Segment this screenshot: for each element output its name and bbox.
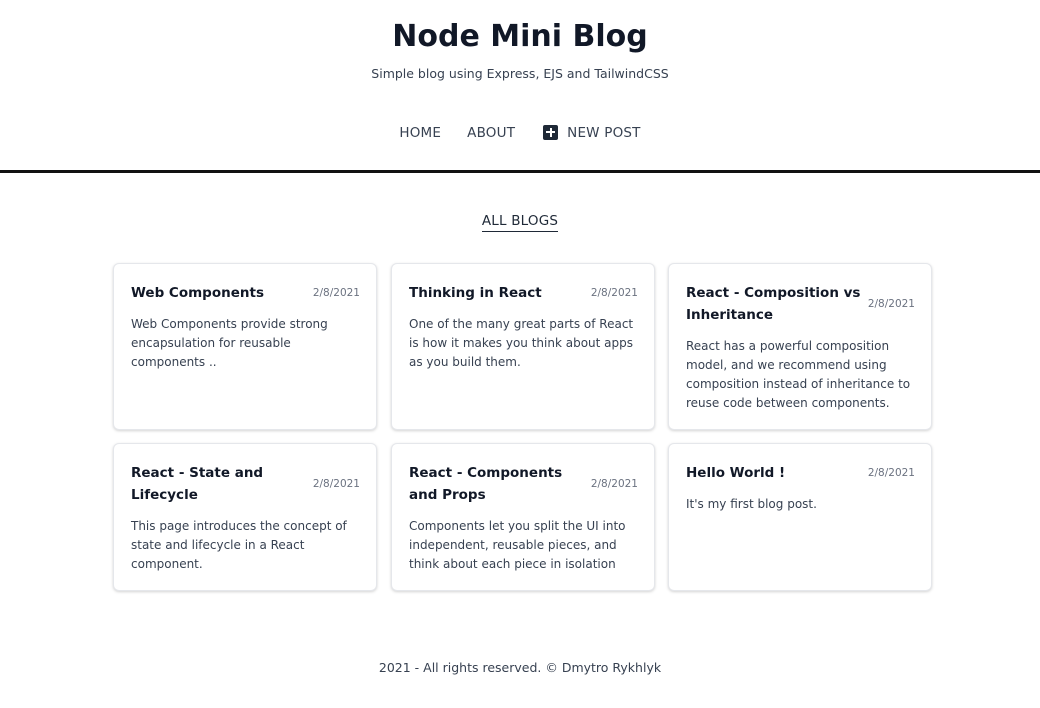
blog-card[interactable]: Thinking in React 2/8/2021 One of the ma… — [391, 263, 655, 430]
nav-home-link[interactable]: HOME — [399, 122, 441, 144]
site-footer: 2021 - All rights reserved. © Dmytro Ryk… — [0, 660, 1040, 675]
nav-about-link[interactable]: ABOUT — [467, 122, 515, 144]
blog-card-title: React - Composition vs Inheritance — [686, 285, 861, 323]
blog-card-title: React - Components and Props — [409, 465, 563, 503]
blog-card-snippet: It's my first blog post. — [686, 497, 817, 511]
site-title: Node Mini Blog — [392, 19, 648, 54]
all-blogs-heading-text: ALL BLOGS — [481, 213, 559, 232]
blog-card-title: Hello World ! — [686, 465, 786, 481]
blog-card-snippet: React has a powerful composition model, … — [686, 339, 911, 410]
plus-square-icon — [543, 124, 559, 140]
blog-card-title: Web Components — [131, 285, 264, 301]
all-blogs-heading: ALL BLOGS — [0, 210, 1040, 232]
blog-card-snippet: Web Components provide strong encapsulat… — [131, 317, 328, 369]
site-subtitle: Simple blog using Express, EJS and Tailw… — [371, 66, 669, 81]
blog-card-title: React - State and Lifecycle — [131, 465, 264, 503]
main-nav: HOME ABOUT NEW POST — [0, 122, 1040, 144]
footer-copyright: 2021 - All rights reserved. © Dmytro Ryk… — [378, 660, 662, 675]
blog-card-date: 2/8/2021 — [590, 478, 638, 490]
blog-card-snippet: Components let you split the UI into ind… — [409, 519, 626, 571]
blog-card-date: 2/8/2021 — [590, 287, 638, 299]
nav-new-post-link[interactable]: NEW POST — [543, 122, 640, 144]
site-header: Node Mini Blog Simple blog using Express… — [0, 0, 1040, 173]
blog-card[interactable]: Hello World ! 2/8/2021 It's my first blo… — [668, 443, 932, 591]
blog-card-snippet: This page introduces the concept of stat… — [131, 519, 347, 571]
blog-card[interactable]: React - Composition vs Inheritance 2/8/2… — [668, 263, 932, 430]
blog-card-date: 2/8/2021 — [867, 467, 915, 479]
blog-card-title: Thinking in React — [409, 285, 542, 301]
blog-card-snippet: One of the many great parts of React is … — [409, 317, 634, 369]
nav-new-post-label: NEW POST — [567, 125, 641, 141]
blog-card[interactable]: Web Components 2/8/2021 Web Components p… — [113, 263, 377, 430]
blog-card[interactable]: React - Components and Props 2/8/2021 Co… — [391, 443, 655, 591]
blog-card-date: 2/8/2021 — [867, 298, 915, 310]
blog-card-date: 2/8/2021 — [312, 287, 360, 299]
blog-card-date: 2/8/2021 — [312, 478, 360, 490]
blog-card[interactable]: React - State and Lifecycle 2/8/2021 Thi… — [113, 443, 377, 591]
